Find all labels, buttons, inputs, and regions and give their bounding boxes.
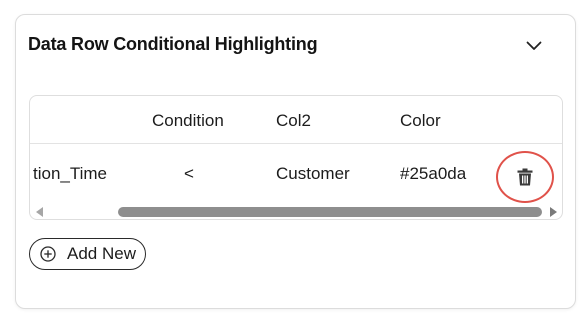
scroll-left-arrow-icon[interactable] <box>36 207 43 217</box>
conditional-highlighting-panel: Data Row Conditional Highlighting Condit… <box>15 14 576 309</box>
add-new-button[interactable]: Add New <box>29 238 146 270</box>
cell-condition[interactable]: < <box>184 164 194 184</box>
scroll-right-arrow-icon[interactable] <box>550 207 557 217</box>
cell-color[interactable]: #25a0da <box>400 164 466 184</box>
rules-table: Condition Col2 Color tion_Time < Custome… <box>29 95 563 220</box>
plus-circle-icon <box>40 246 56 262</box>
panel-title: Data Row Conditional Highlighting <box>28 34 318 54</box>
column-header-condition: Condition <box>152 111 224 130</box>
add-new-label: Add New <box>67 244 136 263</box>
trash-icon <box>517 168 533 186</box>
cell-col2[interactable]: Customer <box>276 164 350 184</box>
collapse-button[interactable] <box>521 35 547 57</box>
table-header: Condition Col2 Color <box>30 96 562 144</box>
column-header-col2: Col2 <box>276 111 311 130</box>
delete-row-button[interactable] <box>496 151 554 203</box>
scroll-thumb[interactable] <box>118 207 542 217</box>
column-header-color: Color <box>400 111 441 130</box>
chevron-down-icon <box>526 41 542 50</box>
horizontal-scrollbar[interactable] <box>30 205 562 219</box>
cell-col1[interactable]: tion_Time <box>33 164 107 184</box>
